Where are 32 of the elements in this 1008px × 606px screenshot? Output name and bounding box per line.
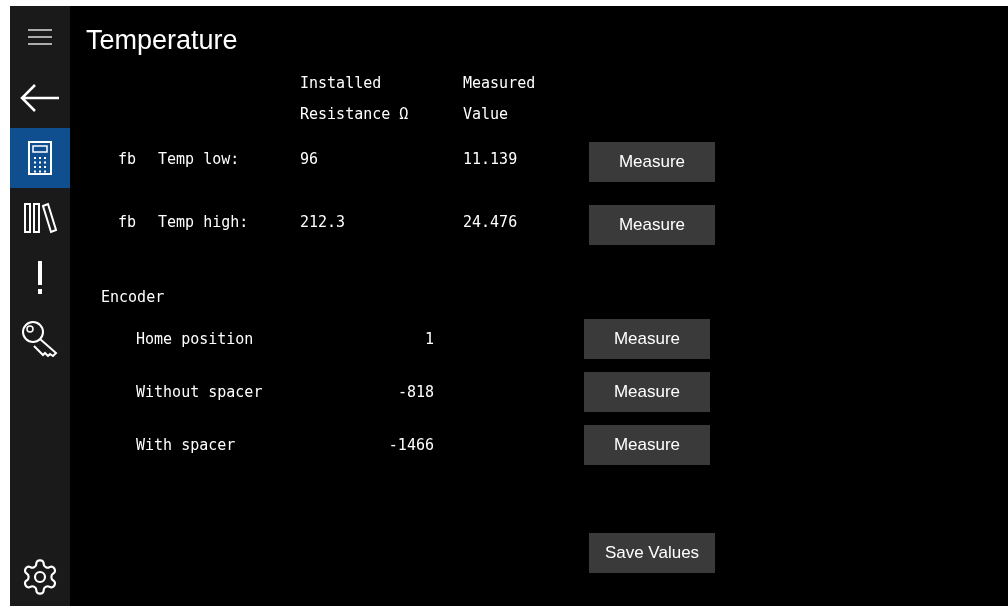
measure-button[interactable]: Measure <box>584 372 710 412</box>
installed-value: 212.3 <box>300 212 347 233</box>
column-header: Installed <box>300 73 383 94</box>
column-header: Resistance Ω <box>300 104 410 125</box>
encoder-label: Home position <box>135 328 255 350</box>
encoder-value: -1466 <box>387 434 435 456</box>
row-prefix: fb <box>117 149 138 170</box>
measure-button[interactable]: Measure <box>584 319 710 359</box>
encoder-label: Without spacer <box>135 381 264 403</box>
back-arrow-icon <box>19 83 61 113</box>
save-values-button[interactable]: Save Values <box>589 533 715 573</box>
calculator-icon <box>27 140 53 176</box>
encoder-value: 1 <box>423 328 435 350</box>
section-title: Encoder <box>101 287 166 308</box>
measure-button[interactable]: Measure <box>589 205 715 245</box>
column-header: Value <box>463 104 510 125</box>
encoder-label: With spacer <box>135 434 237 456</box>
measure-button[interactable]: Measure <box>589 142 715 182</box>
page-title: Temperature <box>86 24 239 57</box>
column-header: Measured <box>463 73 537 94</box>
row-label: Temp low: <box>158 149 241 170</box>
books-icon <box>23 202 57 234</box>
measured-value: 24.476 <box>463 212 519 233</box>
row-prefix: fb <box>117 212 138 233</box>
installed-value: 96 <box>300 149 320 170</box>
measured-value: 11.139 <box>463 149 519 170</box>
row-label: Temp high: <box>158 212 250 233</box>
key-icon <box>20 319 60 357</box>
exclamation-icon <box>36 261 44 295</box>
measure-button[interactable]: Measure <box>584 425 710 465</box>
nav-item[interactable] <box>10 128 70 188</box>
encoder-value: -818 <box>396 381 435 403</box>
